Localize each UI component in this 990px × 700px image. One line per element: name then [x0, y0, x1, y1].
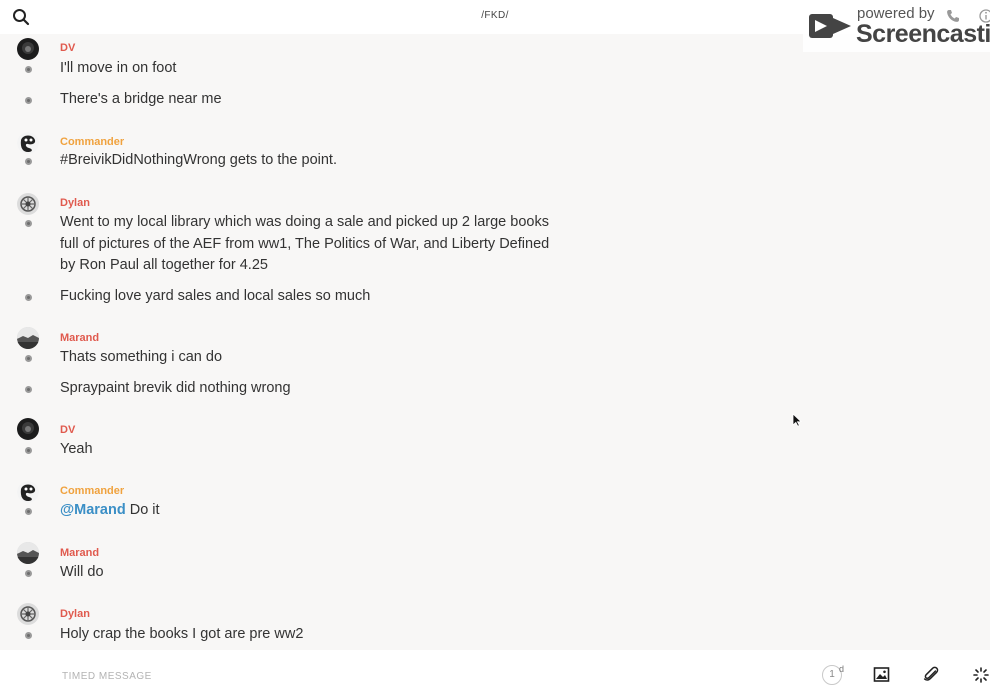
message-author[interactable]: Marand: [60, 332, 99, 344]
status-dot-icon: [25, 158, 32, 165]
image-icon[interactable]: [873, 666, 890, 683]
avatar-commander[interactable]: [17, 481, 39, 503]
mouse-cursor-icon: [792, 413, 802, 427]
info-icon[interactable]: [979, 9, 990, 23]
avatar-marand-image: [17, 327, 39, 349]
watermark-brand: Screencastify: [856, 20, 990, 48]
status-dot-icon: [25, 355, 32, 362]
avatar-dylan-image: [17, 193, 39, 215]
message-text: I'll move in on foot: [60, 60, 177, 76]
message-text: Fucking love yard sales and local sales …: [60, 288, 371, 304]
status-dot-icon: [25, 294, 32, 301]
status-dot-icon: [25, 508, 32, 515]
message-text: Spraypaint brevik did nothing wrong: [60, 380, 291, 396]
message-text: #BreivikDidNothingWrong gets to the poin…: [60, 152, 337, 168]
message-text: There's a bridge near me: [60, 91, 222, 107]
message-text: Will do: [60, 564, 104, 580]
timer-unit-label: d: [839, 664, 845, 674]
status-dot-icon: [25, 447, 32, 454]
status-dot-icon: [25, 220, 32, 227]
loading-spinner-icon[interactable]: [973, 667, 989, 683]
avatar-dv-image: [17, 418, 39, 440]
avatar-dv[interactable]: [17, 38, 39, 60]
message-text-body: Do it: [129, 502, 160, 518]
paperclip-icon[interactable]: [923, 666, 940, 683]
status-dot-icon: [25, 570, 32, 577]
status-dot-icon: [25, 632, 32, 639]
message-text: Yeah: [60, 441, 93, 457]
avatar-marand[interactable]: [17, 327, 39, 349]
message-text: Went to my local library which was doing…: [60, 214, 550, 273]
avatar-dv-image: [17, 38, 39, 60]
message-author[interactable]: DV: [60, 424, 75, 436]
avatar-commander-image: [17, 132, 39, 154]
avatar-marand-image: [17, 542, 39, 564]
message-author[interactable]: Commander: [60, 485, 124, 497]
message-text: Thats something i can do: [60, 349, 223, 365]
avatar-dylan[interactable]: [17, 193, 39, 215]
status-dot-icon: [25, 97, 32, 104]
message-author[interactable]: Commander: [60, 136, 124, 148]
avatar-dylan-image: [17, 603, 39, 625]
avatar-commander-image: [17, 481, 39, 503]
message-author[interactable]: Marand: [60, 547, 99, 559]
screencastify-watermark: powered by Screencastify: [803, 0, 990, 52]
message-text: Holy crap the books I got are pre ww2: [60, 626, 304, 642]
message-author[interactable]: Dylan: [60, 197, 90, 209]
avatar-marand[interactable]: [17, 542, 39, 564]
screencastify-logo-icon: [809, 14, 851, 38]
avatar-commander[interactable]: [17, 132, 39, 154]
message-author[interactable]: Dylan: [60, 608, 90, 620]
status-dot-icon: [25, 386, 32, 393]
avatar-dylan[interactable]: [17, 603, 39, 625]
user-mention[interactable]: @Marand: [60, 502, 126, 518]
message-text: @Marand Do it: [60, 500, 560, 522]
message-input[interactable]: [60, 666, 664, 686]
avatar-dv[interactable]: [17, 418, 39, 440]
message-author[interactable]: DV: [60, 42, 75, 54]
phone-icon[interactable]: [946, 9, 960, 23]
status-dot-icon: [25, 66, 32, 73]
